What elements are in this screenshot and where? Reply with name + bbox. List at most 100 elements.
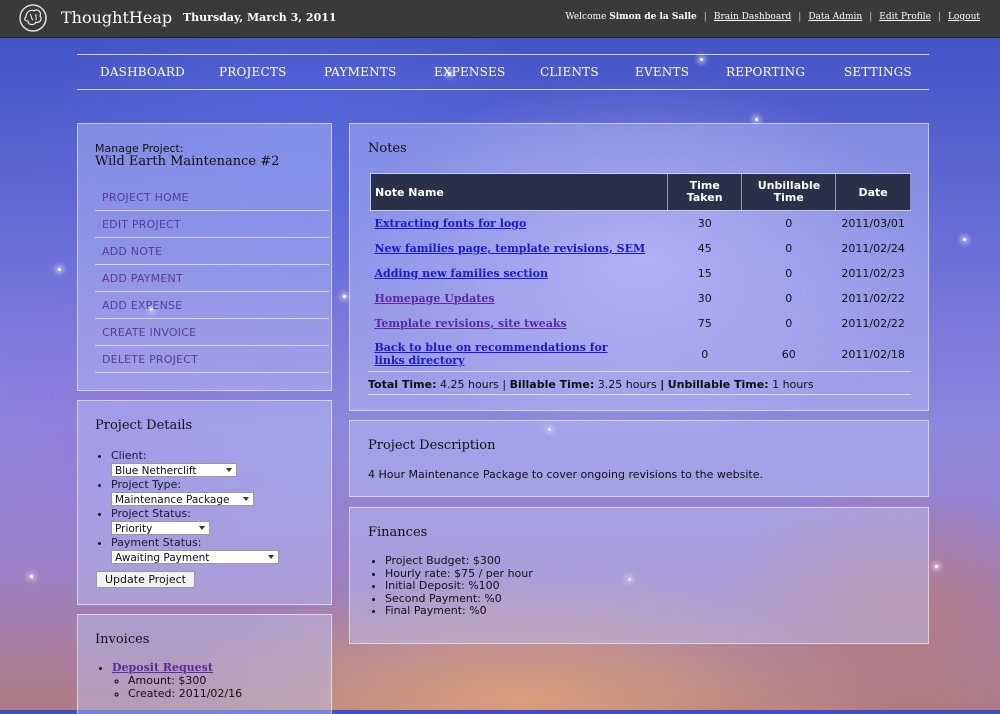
invoice-item: Deposit Request Amount: $300 Created: 20… [112,661,242,700]
col-note-name: Note Name [369,173,669,211]
unbillable-cell: 0 [785,292,793,305]
project-details-title: Project Details [95,418,193,433]
brain-logo-icon [19,4,47,32]
payment-status-label: Payment Status: [111,536,202,549]
payment-status-value: Awaiting Payment [115,552,210,564]
initial-deposit: Initial Deposit: %100 [385,580,533,593]
logout-link[interactable]: Logout [948,12,980,22]
note-link[interactable]: New families page, template revisions, S… [375,242,646,255]
final-payment: Final Payment: %0 [385,605,533,618]
client-select[interactable]: Blue Netherclift [111,463,237,477]
note-link[interactable]: Template revisions, site tweaks [375,317,567,330]
menu-edit-project[interactable]: EDIT PROJECT [95,211,329,238]
table-row: Back to blue on recommendations for link… [371,336,911,372]
unbillable-cell: 60 [781,347,796,361]
invoice-amount: Amount: $300 [128,674,242,687]
notes-header-row: Note Name Time Taken Unbillable Time Dat… [369,173,911,211]
nav-settings[interactable]: SETTINGS [844,65,912,79]
project-type-select[interactable]: Maintenance Package [111,492,254,506]
nav-reporting[interactable]: REPORTING [726,65,805,79]
nav-payments[interactable]: PAYMENTS [324,65,396,79]
project-menu: PROJECT HOME EDIT PROJECT ADD NOTE ADD P… [95,184,329,373]
project-description-title: Project Description [368,438,496,453]
note-name-cell: Extracting fonts for logo [371,211,668,237]
unbillable-cell: 0 [785,267,793,280]
notes-table: Note Name Time Taken Unbillable Time Dat… [369,173,911,372]
main-nav: DASHBOARD PROJECTS PAYMENTS EXPENSES CLI… [77,54,929,90]
nav-events[interactable]: EVENTS [635,65,689,79]
data-admin-link[interactable]: Data Admin [808,12,862,22]
note-link[interactable]: Back to blue on recommendations for link… [375,341,625,367]
nav-clients[interactable]: CLIENTS [540,65,599,79]
nav-projects[interactable]: PROJECTS [219,65,287,79]
chevron-down-icon [243,497,249,501]
time-taken-cell: 15 [697,267,712,280]
menu-add-note[interactable]: ADD NOTE [95,238,329,265]
update-project-button[interactable]: Update Project [96,571,195,588]
table-row: Adding new families section 15 0 2011/02… [371,261,911,286]
project-type-label: Project Type: [111,478,182,491]
menu-delete-project[interactable]: DELETE PROJECT [95,346,329,373]
project-name: Wild Earth Maintenance #2 [95,154,280,169]
note-link[interactable]: Extracting fonts for logo [375,217,527,230]
date-cell: 2011/02/23 [841,267,905,280]
col-unbillable-time-label: Unbillable Time [757,179,821,204]
note-name-cell: Back to blue on recommendations for link… [371,336,668,372]
nav-expenses[interactable]: EXPENSES [434,65,505,79]
menu-add-expense[interactable]: ADD EXPENSE [95,292,329,319]
notes-panel: Notes Note Name Time Taken Unbillable Ti… [349,123,929,411]
client-label: Client: [111,449,147,462]
note-name-cell: New families page, template revisions, S… [371,236,668,261]
menu-add-payment[interactable]: ADD PAYMENT [95,265,329,292]
separator: | [798,12,802,22]
brain-dashboard-link[interactable]: Brain Dashboard [714,12,791,22]
invoice-link[interactable]: Deposit Request [112,661,213,674]
project-status-value: Priority [115,523,153,535]
finances-title: Finances [368,525,428,540]
unbillable-time-value: 1 hours [772,378,814,391]
total-time-value: 4.25 hours [439,378,499,391]
note-link[interactable]: Homepage Updates [375,292,495,305]
time-taken-cell: 45 [697,242,712,255]
project-status-select[interactable]: Priority [111,521,210,535]
date-cell: 2011/02/18 [841,347,905,361]
menu-project-home[interactable]: PROJECT HOME [95,184,329,211]
invoices-title: Invoices [95,632,150,647]
menu-create-invoice[interactable]: CREATE INVOICE [95,319,329,346]
note-name-cell: Homepage Updates [371,286,668,311]
welcome-text: Welcome Simon de la Salle [565,12,696,22]
project-status-item: Project Status: Priority [111,507,361,535]
app-title[interactable]: ThoughtHeap [61,8,172,27]
note-name-cell: Adding new families section [371,261,668,286]
user-links: Welcome Simon de la Salle | Brain Dashbo… [565,12,980,22]
project-description-panel: Project Description 4 Hour Maintenance P… [349,420,929,497]
project-description-text: 4 Hour Maintenance Package to cover ongo… [368,468,763,481]
invoice-meta: Amount: $300 Created: 2011/02/16 [112,674,242,700]
date-cell: 2011/02/22 [841,292,905,305]
nav-dashboard[interactable]: DASHBOARD [100,65,185,79]
project-details-list: Client: Blue Netherclift Project Type: M… [78,449,361,565]
unbillable-cell: 0 [785,217,793,230]
finances-list: Project Budget: $300 Hourly rate: $75 / … [370,554,533,618]
client-item: Client: Blue Netherclift [111,449,361,477]
total-time-label: Total Time: [368,378,437,391]
note-link[interactable]: Adding new families section [375,267,548,280]
client-select-value: Blue Netherclift [115,465,197,477]
user-name: Simon de la Salle [609,12,697,22]
invoice-list: Deposit Request Amount: $300 Created: 20… [96,661,242,700]
separator: | [703,12,707,22]
billable-time-value: 3.25 hours [597,378,657,391]
date-cell: 2011/02/24 [841,242,905,255]
separator: | [937,12,941,22]
date-cell: 2011/03/01 [841,217,905,230]
edit-profile-link[interactable]: Edit Profile [879,12,931,22]
project-budget: Project Budget: $300 [385,554,533,568]
unbillable-time-label: Unbillable Time: [667,378,769,391]
current-date: Thursday, March 3, 2011 [183,11,337,24]
table-row: Homepage Updates 30 0 2011/02/22 [371,286,911,311]
date-cell: 2011/02/22 [841,317,905,330]
time-taken-cell: 30 [697,217,712,230]
separator: | [869,12,873,22]
payment-status-select[interactable]: Awaiting Payment [111,550,279,564]
top-bar: ThoughtHeap Thursday, March 3, 2011 Welc… [0,0,1000,38]
